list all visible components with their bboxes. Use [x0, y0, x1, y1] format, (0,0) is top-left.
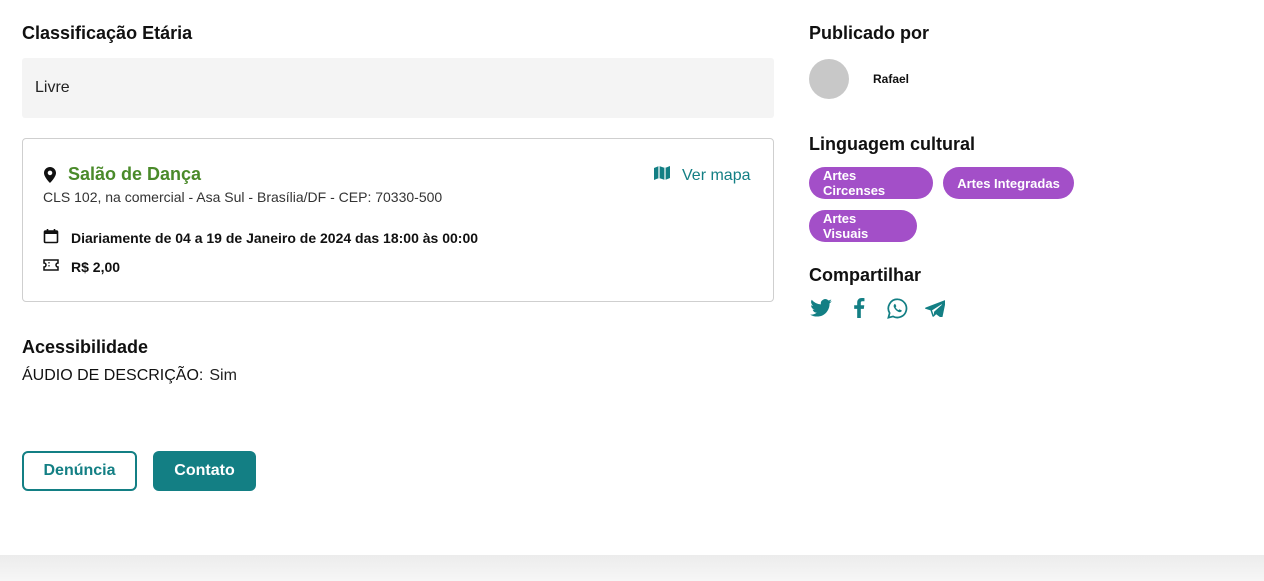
age-rating-title: Classificação Etária	[22, 23, 193, 43]
venue-address: CLS 102, na comercial - Asa Sul - Brasíl…	[43, 189, 443, 205]
age-rating-box: Livre	[22, 58, 774, 118]
published-by-title: Publicado por	[809, 23, 930, 43]
footer-divider	[0, 555, 1264, 581]
contact-button[interactable]: Contato	[153, 451, 256, 491]
view-map-label: Ver mapa	[682, 166, 751, 184]
accessibility-label: ÁUDIO DE DESCRIÇÃO:	[22, 367, 204, 384]
venue-name[interactable]: Salão de Dança	[68, 164, 201, 184]
tag-artes-integradas[interactable]: Artes Integradas	[943, 167, 1074, 199]
event-info-card	[22, 138, 774, 302]
price-row: R$ 2,00	[43, 258, 120, 275]
age-rating-value: Livre	[35, 79, 70, 96]
cultural-language-title: Linguagem cultural	[809, 134, 976, 154]
share-title: Compartilhar	[809, 265, 922, 285]
accessibility-title: Acessibilidade	[22, 337, 149, 357]
tag-artes-circenses[interactable]: Artes Circenses	[809, 167, 933, 199]
schedule-row: Diariamente de 04 a 19 de Janeiro de 202…	[43, 228, 478, 247]
map-icon	[654, 166, 670, 185]
twitter-icon[interactable]	[809, 296, 833, 320]
calendar-icon	[43, 228, 59, 247]
ticket-icon	[43, 258, 59, 275]
report-button[interactable]: Denúncia	[22, 451, 137, 491]
price-text: R$ 2,00	[71, 258, 121, 275]
accessibility-value: Sim	[209, 367, 237, 384]
telegram-icon[interactable]	[923, 296, 947, 320]
author-name[interactable]: Rafael	[873, 72, 909, 86]
facebook-icon[interactable]	[847, 296, 871, 320]
location-pin-icon	[44, 167, 56, 188]
view-map-link[interactable]: Ver mapa	[654, 166, 750, 185]
tag-artes-visuais[interactable]: Artes Visuais	[809, 210, 917, 242]
venue-heading: Salão de Dança	[44, 164, 201, 188]
whatsapp-icon[interactable]	[885, 296, 909, 320]
avatar[interactable]	[809, 59, 849, 99]
schedule-text: Diariamente de 04 a 19 de Janeiro de 202…	[71, 229, 479, 246]
accessibility-audio-description: ÁUDIO DE DESCRIÇÃO: Sim	[22, 367, 237, 385]
